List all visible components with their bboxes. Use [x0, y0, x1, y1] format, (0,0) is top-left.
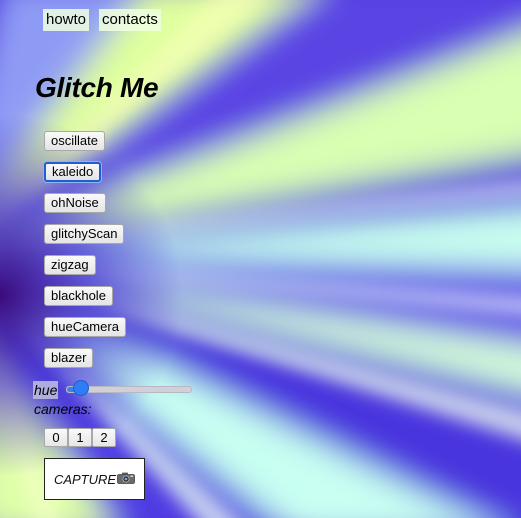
camera-button-2[interactable]: 2	[92, 428, 116, 447]
effect-button-oscillate[interactable]: oscillate	[44, 131, 105, 151]
effect-button-blackhole[interactable]: blackhole	[44, 286, 113, 306]
effect-button-ohnoise[interactable]: ohNoise	[44, 193, 106, 213]
nav-link-contacts[interactable]: contacts	[99, 9, 161, 31]
effect-button-huecamera[interactable]: hueCamera	[44, 317, 126, 337]
hue-label: hue	[33, 381, 59, 399]
capture-label: CAPTURE	[53, 471, 117, 487]
camera-button-0[interactable]: 0	[44, 428, 68, 447]
camera-button-1[interactable]: 1	[68, 428, 92, 447]
effect-button-blazer[interactable]: blazer	[44, 348, 94, 368]
effect-button-zigzag[interactable]: zigzag	[44, 255, 96, 275]
camera-icon	[117, 472, 135, 484]
nav-link-howto[interactable]: howto	[43, 9, 90, 31]
effect-button-glitchyscan[interactable]: glitchyScan	[44, 224, 125, 244]
cameras-label: cameras:	[34, 401, 92, 417]
hue-slider-thumb[interactable]	[73, 380, 89, 396]
glitch-canvas: howto contacts Glitch Me oscillate kalei…	[0, 0, 521, 518]
capture-button[interactable]: CAPTURE	[44, 458, 145, 500]
effect-button-kaleido[interactable]: kaleido	[44, 162, 102, 182]
page-title: Glitch Me	[35, 72, 159, 103]
